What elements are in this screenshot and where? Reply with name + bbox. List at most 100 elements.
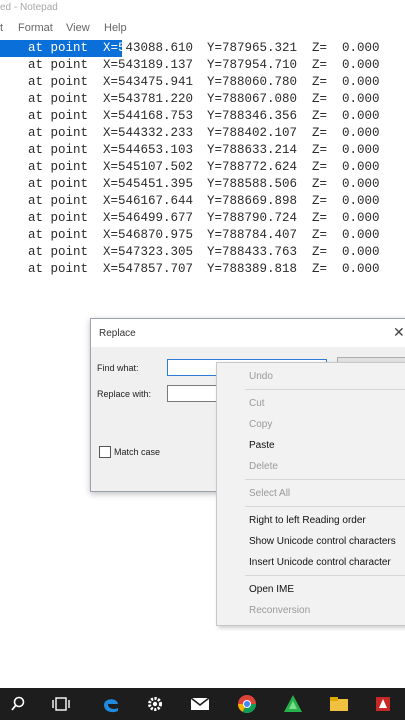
line-z-value: 0.000: [342, 75, 380, 89]
line-z-value: 0.000: [342, 109, 380, 123]
menu-separator: [245, 479, 405, 480]
replace-dialog-title-bar[interactable]: Replace ✕: [91, 319, 405, 347]
line-label: at point: [28, 75, 89, 89]
line-x: X=543781.220: [103, 92, 194, 106]
line-x: X=545451.395: [103, 177, 194, 191]
edge-icon[interactable]: [96, 688, 126, 720]
replace-with-label: Replace with:: [97, 389, 152, 399]
match-case-label: Match case: [114, 447, 161, 457]
line-y: Y=788433.763: [207, 245, 298, 259]
menu-item-reconversion[interactable]: Reconversion: [249, 605, 310, 616]
line-label: at point: [28, 160, 89, 174]
line-z: Z=: [312, 92, 328, 106]
line-y: Y=788588.506: [207, 177, 298, 191]
line-z: Z=: [312, 262, 328, 276]
line-z: Z=: [312, 58, 328, 72]
line-z-value: 0.000: [342, 177, 380, 191]
replace-with-input[interactable]: [167, 385, 219, 402]
menu-item-rtl-reading-order[interactable]: Right to left Reading order: [249, 515, 366, 526]
line-label: at point: [28, 143, 89, 157]
menu-item-delete[interactable]: Delete: [249, 461, 278, 472]
line-y: Y=788346.356: [207, 109, 298, 123]
context-menu: Undo Cut Copy Paste Delete Select All Ri…: [216, 362, 405, 626]
line-y: Y=788067.080: [207, 92, 298, 106]
line-x: X=543088.610: [103, 41, 193, 55]
line-x: X=543475.941: [103, 75, 194, 89]
line-z-value: 0.000: [342, 262, 380, 276]
line-x: X=546870.975: [103, 228, 194, 242]
line-z-value: 0.000: [342, 92, 380, 106]
line-z-value: 0.000: [342, 194, 380, 208]
menu-item-cut[interactable]: Cut: [249, 398, 265, 409]
line-label: at point: [28, 262, 89, 276]
file-explorer-icon[interactable]: [324, 688, 354, 720]
line-z: Z=: [312, 194, 328, 208]
text-line: at point X=544168.753 Y=788346.356 Z= 0.…: [0, 108, 405, 125]
app-red-icon[interactable]: [368, 688, 398, 720]
line-y: Y=787954.710: [207, 58, 298, 72]
line-label: at point: [28, 126, 89, 140]
text-line: at point X=545451.395 Y=788588.506 Z= 0.…: [0, 176, 405, 193]
line-x: X=547857.707: [103, 262, 194, 276]
menu-format[interactable]: Format: [18, 22, 53, 34]
line-z-value: 0.000: [342, 245, 380, 259]
text-line: at point X=543781.220 Y=788067.080 Z= 0.…: [0, 91, 405, 108]
window-title-bar: ed - Notepad: [0, 0, 405, 20]
menu-item-show-unicode[interactable]: Show Unicode control characters: [249, 536, 396, 547]
line-x: X=544168.753: [103, 109, 194, 123]
line-y: Y=787965.321: [207, 41, 298, 55]
line-z-value: 0.000: [342, 126, 380, 140]
line-x: X=547323.305: [103, 245, 194, 259]
line-x: X=546167.644: [103, 194, 194, 208]
task-view-icon[interactable]: [46, 688, 76, 720]
chrome-icon[interactable]: [232, 688, 262, 720]
menu-item-select-all[interactable]: Select All: [249, 488, 290, 499]
line-y: Y=788772.624: [207, 160, 298, 174]
line-y: Y=788784.407: [207, 228, 298, 242]
menu-view[interactable]: View: [66, 22, 90, 34]
selected-text: X=5: [103, 41, 126, 55]
text-line: at point X=546870.975 Y=788784.407 Z= 0.…: [0, 227, 405, 244]
text-line: at point X=544332.233 Y=788402.107 Z= 0.…: [0, 125, 405, 142]
line-z-value: 0.000: [342, 41, 380, 55]
menu-separator: [245, 575, 405, 576]
line-label: at point: [28, 194, 89, 208]
line-y: Y=788402.107: [207, 126, 298, 140]
menu-separator: [245, 506, 405, 507]
menu-edit[interactable]: t: [0, 22, 3, 34]
line-z: Z=: [312, 177, 328, 191]
line-y: Y=788633.214: [207, 143, 298, 157]
menu-item-open-ime[interactable]: Open IME: [249, 584, 294, 595]
menu-item-paste[interactable]: Paste: [249, 440, 275, 451]
menu-bar: t Format View Help: [0, 20, 405, 38]
close-icon[interactable]: ✕: [393, 324, 405, 341]
app-green-icon[interactable]: [278, 688, 308, 720]
text-line: at point X=547323.305 Y=788433.763 Z= 0.…: [0, 244, 405, 261]
menu-item-undo[interactable]: Undo: [249, 371, 273, 382]
line-x: X=545107.502: [103, 160, 194, 174]
line-z: Z=: [312, 41, 328, 55]
line-label: at point: [28, 177, 89, 191]
replace-dialog-title: Replace: [99, 328, 136, 339]
settings-icon[interactable]: [140, 688, 170, 720]
line-label: at point: [28, 58, 89, 72]
text-line: at point X=544653.103 Y=788633.214 Z= 0.…: [0, 142, 405, 159]
menu-help[interactable]: Help: [104, 22, 127, 34]
mail-icon[interactable]: [185, 688, 215, 720]
menu-item-copy[interactable]: Copy: [249, 419, 272, 430]
menu-item-insert-unicode[interactable]: Insert Unicode control character: [249, 557, 391, 568]
taskbar: [0, 688, 405, 720]
line-label: at point: [28, 41, 89, 55]
text-line: at point X=545107.502 Y=788772.624 Z= 0.…: [0, 159, 405, 176]
line-z-value: 0.000: [342, 211, 380, 225]
line-y: Y=788060.780: [207, 75, 298, 89]
match-case-checkbox[interactable]: [99, 446, 111, 458]
line-z: Z=: [312, 126, 328, 140]
text-line: at point X=546167.644 Y=788669.898 Z= 0.…: [0, 193, 405, 210]
search-icon[interactable]: [3, 688, 33, 720]
line-z: Z=: [312, 75, 328, 89]
line-z: Z=: [312, 160, 328, 174]
line-z: Z=: [312, 109, 328, 123]
find-what-label: Find what:: [97, 363, 139, 373]
text-line: at point X=543088.610 Y=787965.321 Z= 0.…: [0, 40, 405, 57]
